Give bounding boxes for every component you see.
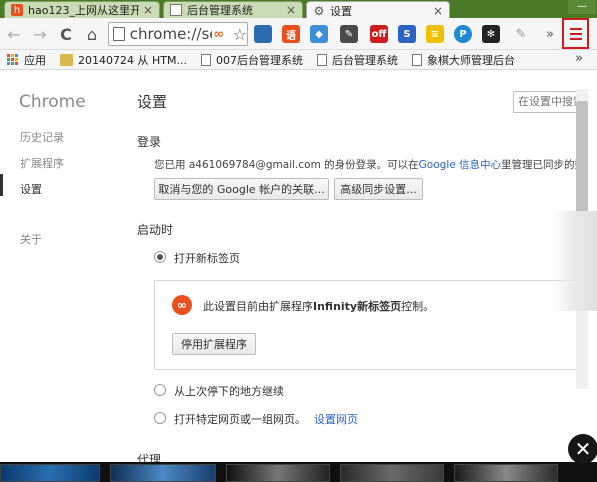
notice-suffix: 控制。: [401, 300, 435, 313]
ext-10-icon[interactable]: ✎: [512, 25, 530, 43]
advanced-sync-button[interactable]: 高级同步设置...: [334, 178, 423, 200]
signin-text-suffix: 里管理已同步的数: [501, 159, 586, 171]
tab-settings[interactable]: ⚙ 设置 ×: [306, 1, 450, 19]
sidebar-item-extensions[interactable]: 扩展程序: [20, 155, 64, 171]
sidebar-item-settings[interactable]: 设置: [20, 181, 42, 197]
ext-6-icon[interactable]: S: [398, 25, 416, 43]
extension-control-notice: ∞ 此设置目前由扩展程序Infinity新标签页控制。 停用扩展程序: [154, 280, 584, 370]
thumbnail[interactable]: [0, 464, 100, 482]
bookmark-folder[interactable]: 20140724 从 HTM...: [60, 52, 187, 68]
ext-8-icon[interactable]: P: [454, 25, 472, 43]
sidebar-active-marker: [0, 174, 3, 196]
tab-close-icon[interactable]: ×: [143, 3, 153, 17]
thumbnail[interactable]: [110, 464, 216, 482]
bookmark-item[interactable]: 后台管理系统: [316, 52, 398, 68]
page-icon: [411, 53, 422, 66]
page-title: 设置: [137, 93, 168, 111]
close-overlay-icon[interactable]: ✕: [568, 434, 597, 464]
thumbnail[interactable]: [340, 464, 444, 482]
tab-strip: h hao123_上网从这里开始 × 后台管理系统 × ⚙ 设置 × —: [0, 0, 597, 19]
folder-icon: [60, 53, 73, 66]
back-button[interactable]: ←: [4, 24, 24, 44]
set-pages-link[interactable]: 设置网页: [314, 413, 358, 426]
bookmarks-more-icon[interactable]: »: [575, 51, 583, 66]
gear-icon: ⚙: [313, 3, 325, 18]
startup-specific-label[interactable]: 打开特定网页或一组网页。 设置网页: [174, 411, 358, 427]
signin-heading: 登录: [137, 135, 162, 149]
sidebar-item-about[interactable]: 关于: [20, 231, 42, 247]
startup-continue-radio[interactable]: [154, 384, 166, 396]
tab-title: 后台管理系统: [187, 4, 253, 17]
apps-grid-icon: [7, 54, 18, 65]
page-info-icon[interactable]: [113, 27, 125, 41]
startup-specific-text: 打开特定网页或一组网页。: [174, 413, 306, 426]
hao123-favicon-icon: h: [11, 4, 23, 16]
ext-7-icon[interactable]: ≡: [426, 25, 444, 43]
reload-button[interactable]: C: [56, 24, 76, 44]
minimize-button[interactable]: —: [568, 0, 596, 14]
ext-4-icon[interactable]: ✎: [340, 25, 358, 43]
infinity-logo-icon: ∞: [172, 295, 192, 315]
address-bar[interactable]: chrome://settings ∞ ☆: [108, 22, 248, 46]
tab-title: 设置: [330, 4, 352, 18]
tab-hao123[interactable]: h hao123_上网从这里开始 ×: [4, 1, 160, 18]
bookmark-item[interactable]: 象棋大师管理后台: [411, 52, 515, 68]
extension-name: Infinity新标签页: [313, 300, 402, 313]
signin-description: 您已用 a461069784@gmail.com 的身份登录。可以在Google…: [154, 157, 585, 172]
extension-control-text: 此设置目前由扩展程序Infinity新标签页控制。: [203, 298, 434, 314]
thumbnail[interactable]: [226, 464, 330, 482]
startup-specific-radio[interactable]: [154, 412, 166, 424]
disable-extension-button[interactable]: 停用扩展程序: [172, 333, 256, 355]
toolbar: ← → C ⌂ chrome://settings ∞ ☆ 语 ◆ ✎ off …: [0, 18, 597, 50]
startup-newtab-radio[interactable]: [154, 251, 166, 263]
more-extensions-icon[interactable]: »: [540, 24, 560, 44]
thumbnail-strip: [0, 462, 597, 482]
tab-close-icon[interactable]: ×: [433, 4, 443, 18]
ext-5-icon[interactable]: off: [370, 25, 388, 43]
bookmark-label: 象棋大师管理后台: [426, 53, 515, 67]
home-button[interactable]: ⌂: [82, 24, 102, 44]
bookmark-item[interactable]: 007后台管理系统: [200, 52, 303, 68]
bookmark-label: 20140724 从 HTM...: [78, 53, 187, 67]
settings-search-input[interactable]: [513, 91, 583, 113]
bookmark-star-icon[interactable]: ☆: [233, 25, 247, 44]
blurred-region: [552, 211, 597, 311]
tab-admin-system[interactable]: 后台管理系统 ×: [163, 1, 303, 18]
ext-3-icon[interactable]: ◆: [310, 25, 328, 43]
ext-9-icon[interactable]: ✻: [482, 25, 500, 43]
signin-text: 您已用 a461069784@gmail.com 的身份登录。可以在: [154, 159, 419, 171]
forward-button[interactable]: →: [30, 24, 50, 44]
bookmarks-bar: 应用 20140724 从 HTM... 007后台管理系统 后台管理系统 象棋…: [0, 50, 597, 70]
startup-heading: 启动时: [137, 223, 174, 237]
bookmark-label: 应用: [24, 53, 46, 67]
google-dashboard-link[interactable]: Google 信息中心: [419, 159, 501, 171]
url-text[interactable]: chrome://settings: [130, 25, 212, 43]
notice-prefix: 此设置目前由扩展程序: [203, 300, 313, 313]
infinity-extension-icon[interactable]: ∞: [213, 27, 230, 42]
ext-1-icon[interactable]: [254, 25, 272, 43]
bookmark-apps[interactable]: 应用: [0, 52, 46, 68]
disconnect-account-button[interactable]: 取消与您的 Google 帐户的关联...: [154, 178, 329, 200]
tab-title: hao123_上网从这里开始: [28, 4, 139, 17]
sidebar-title: Chrome: [19, 92, 86, 112]
tab-close-icon[interactable]: ×: [286, 3, 296, 17]
startup-continue-label[interactable]: 从上次停下的地方继续: [174, 383, 284, 399]
sidebar-item-history[interactable]: 历史记录: [20, 129, 64, 145]
startup-newtab-label[interactable]: 打开新标签页: [174, 250, 240, 266]
bookmark-label: 007后台管理系统: [215, 53, 303, 67]
settings-page: Chrome 历史记录 扩展程序 设置 关于 设置 登录 您已用 a461069…: [0, 71, 597, 482]
ext-2-icon[interactable]: 语: [282, 25, 300, 43]
page-icon: [316, 53, 327, 66]
bookmark-label: 后台管理系统: [331, 53, 398, 67]
page-favicon-icon: [170, 4, 182, 16]
thumbnail[interactable]: [454, 464, 558, 482]
chrome-menu-button[interactable]: [562, 18, 589, 49]
page-icon: [200, 53, 211, 66]
